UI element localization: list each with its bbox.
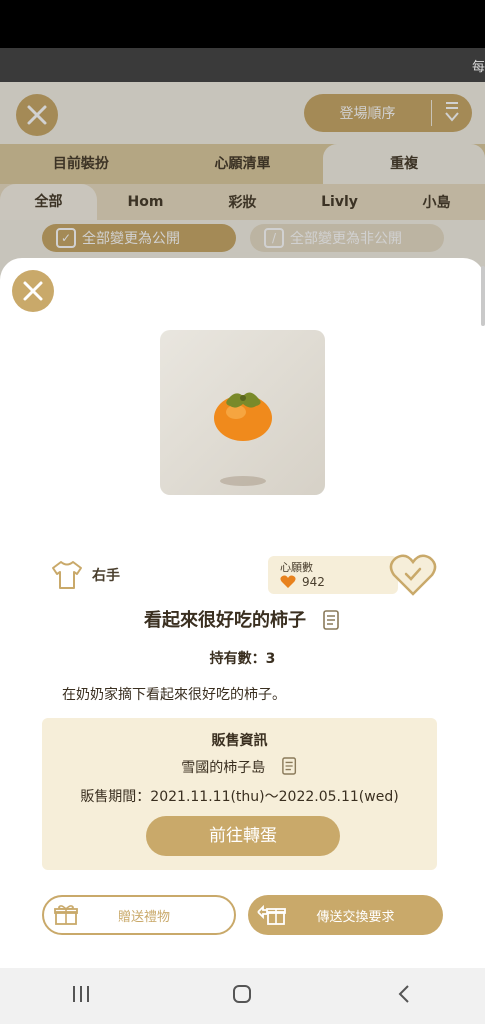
recent-apps-icon bbox=[72, 986, 89, 1002]
recent-apps-button[interactable] bbox=[41, 985, 121, 1007]
item-detail-modal: 右手 心願數 942 看起來很好吃的柿子 持有數：3 在奶奶家摘下看起來很好吃的… bbox=[0, 258, 485, 968]
modal-close-button[interactable] bbox=[12, 270, 54, 312]
back-button[interactable] bbox=[364, 984, 444, 1008]
sales-info-panel: 販售資訊 雪國的柿子島 販售期間：2021.11.11(thu)～2022.05… bbox=[42, 718, 437, 870]
status-bar bbox=[0, 0, 485, 48]
system-nav-bar bbox=[0, 968, 485, 1024]
copy-icon bbox=[281, 757, 296, 775]
wish-count-title: 心願數 bbox=[280, 561, 313, 574]
gift-icon bbox=[54, 905, 78, 925]
copy-island-button[interactable] bbox=[281, 756, 298, 780]
exchange-gift-icon bbox=[257, 904, 286, 925]
send-trade-request-label: 傳送交換要求 bbox=[316, 909, 395, 925]
item-image bbox=[160, 330, 325, 495]
back-icon bbox=[398, 985, 409, 1003]
sales-island-name: 雪國的柿子島 bbox=[181, 760, 266, 776]
add-to-wishlist-button[interactable] bbox=[388, 552, 438, 598]
send-trade-request-button[interactable]: 傳送交換要求 bbox=[248, 895, 443, 935]
slot-label: 右手 bbox=[92, 568, 120, 584]
item-shadow bbox=[220, 476, 266, 486]
wish-count-value: 942 bbox=[302, 575, 325, 589]
wish-count-row: 942 bbox=[280, 575, 325, 589]
shirt-icon bbox=[52, 561, 82, 589]
item-name: 看起來很好吃的柿子 bbox=[143, 610, 306, 631]
copy-icon bbox=[323, 609, 339, 630]
sales-period: 販售期間：2021.11.11(thu)～2022.05.11(wed) bbox=[80, 789, 399, 805]
persimmon-icon bbox=[214, 392, 272, 441]
send-gift-label: 贈送禮物 bbox=[117, 909, 170, 925]
sales-island-row: 雪國的柿子島 bbox=[42, 756, 437, 780]
wish-count-box: 心願數 942 bbox=[268, 556, 398, 594]
close-icon bbox=[23, 281, 43, 301]
ticker-bar: 每 bbox=[0, 48, 485, 82]
equip-slot: 右手 bbox=[50, 560, 120, 590]
home-icon bbox=[233, 985, 252, 1003]
copy-name-button[interactable] bbox=[323, 609, 341, 634]
owned-count: 持有數：3 bbox=[209, 651, 276, 667]
item-name-row: 看起來很好吃的柿子 bbox=[0, 606, 485, 634]
ticker-text: 每 bbox=[471, 60, 485, 75]
scrollbar[interactable] bbox=[481, 266, 485, 326]
item-description: 在奶奶家摘下看起來很好吃的柿子。 bbox=[62, 687, 286, 703]
send-gift-button[interactable]: 贈送禮物 bbox=[42, 895, 236, 935]
sales-info-title: 販售資訊 bbox=[211, 733, 268, 749]
heart-check-icon bbox=[389, 554, 437, 596]
go-to-gacha-button[interactable]: 前往轉蛋 bbox=[146, 816, 340, 856]
home-button[interactable] bbox=[202, 984, 282, 1008]
heart-icon bbox=[280, 575, 296, 588]
